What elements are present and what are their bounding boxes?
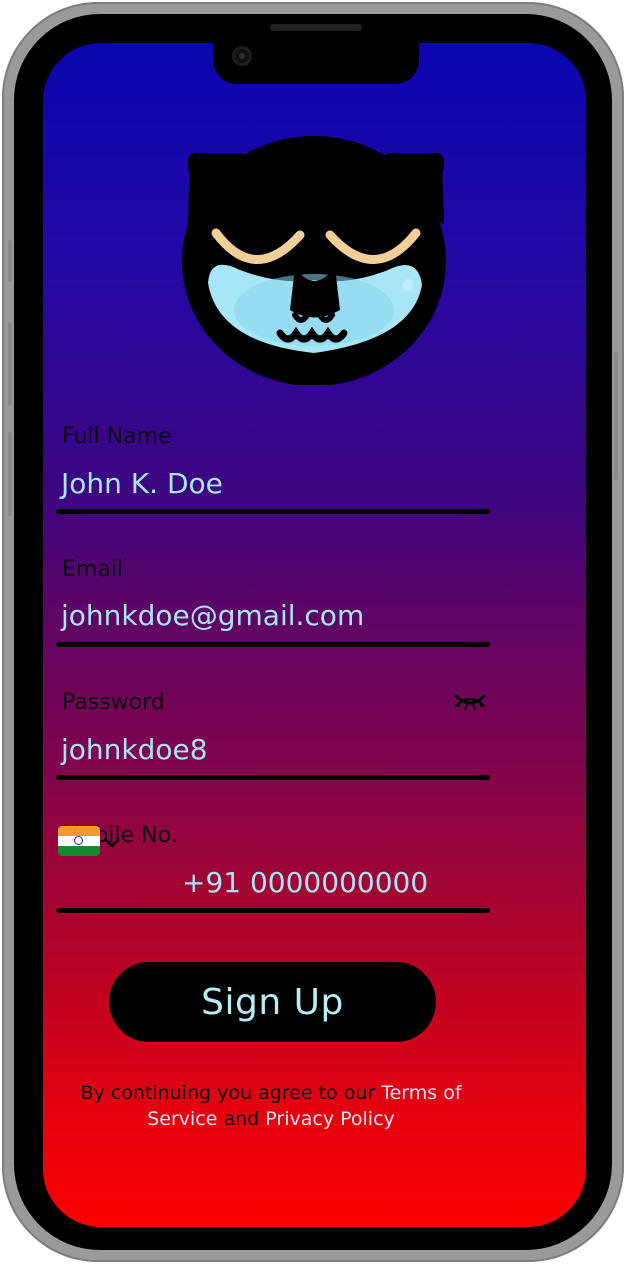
eye-closed-icon[interactable] xyxy=(452,688,488,722)
full-name-input[interactable]: John K. Doe xyxy=(61,467,223,500)
email-input[interactable]: johnkdoe@gmail.com xyxy=(61,599,364,632)
email-underline xyxy=(56,642,490,647)
volume-up-button xyxy=(8,322,12,406)
full-name-label: Full Name xyxy=(62,424,172,449)
email-label: Email xyxy=(62,557,124,582)
terms-prefix: By continuing you agree to our xyxy=(80,1082,382,1104)
front-camera-icon xyxy=(232,46,252,66)
india-flag-icon[interactable] xyxy=(58,826,100,856)
terms-conjunction: and xyxy=(217,1108,266,1130)
terms-notice: By continuing you agree to our Terms of … xyxy=(60,1080,482,1132)
earpiece-speaker xyxy=(270,24,362,31)
sign-up-button[interactable]: Sign Up xyxy=(109,962,436,1042)
password-label: Password xyxy=(62,690,165,715)
mobile-number-input[interactable]: +91 0000000000 xyxy=(182,866,428,899)
password-underline xyxy=(56,775,490,780)
password-input[interactable]: johnkdoe8 xyxy=(61,733,208,766)
power-button xyxy=(614,352,618,480)
mobile-underline xyxy=(56,908,490,913)
chevron-down-icon[interactable] xyxy=(104,834,120,853)
privacy-policy-link[interactable]: Privacy Policy xyxy=(265,1108,394,1130)
mascot-logo xyxy=(140,95,460,389)
full-name-underline xyxy=(56,509,490,514)
silent-switch xyxy=(8,240,12,282)
volume-down-button xyxy=(8,432,12,516)
